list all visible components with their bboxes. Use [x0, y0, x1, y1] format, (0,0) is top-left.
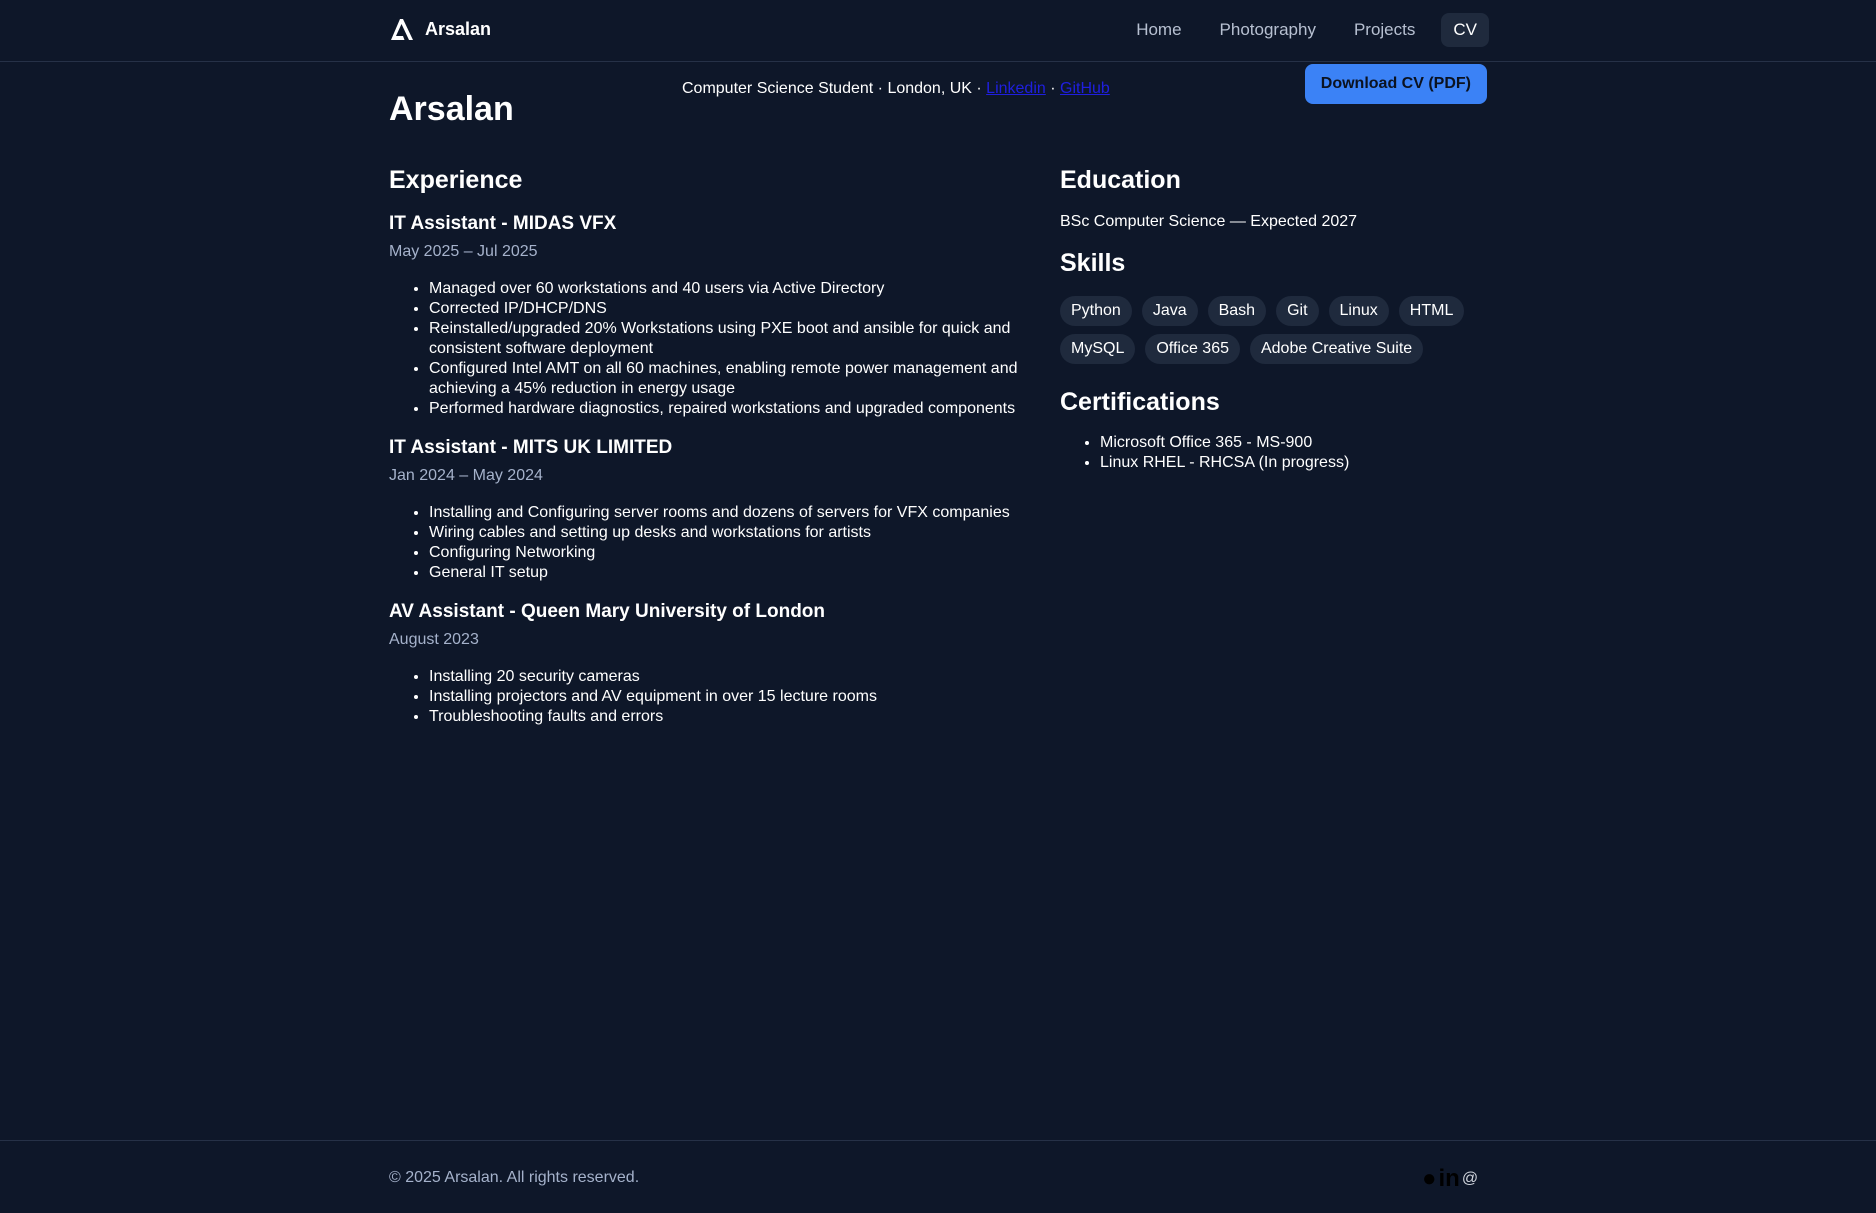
certifications-list: Microsoft Office 365 - MS-900 Linux RHEL… [1060, 433, 1488, 473]
footer: © 2025 Arsalan. All rights reserved. ● i… [0, 1140, 1876, 1213]
list-item: Performed hardware diagnostics, repaired… [429, 399, 1029, 419]
github-icon[interactable]: ● [1422, 1167, 1437, 1191]
job-entry: AV Assistant - Queen Mary University of … [389, 601, 1029, 727]
list-item: Reinstalled/upgraded 20% Workstations us… [429, 319, 1029, 359]
skill-chip: Git [1276, 296, 1319, 326]
skill-chip: MySQL [1060, 334, 1136, 364]
job-title: IT Assistant - MITS UK LIMITED [389, 437, 673, 458]
copyright-text: © 2025 Arsalan. All rights reserved. [389, 1169, 640, 1186]
page-title: Arsalan [389, 90, 514, 128]
nav-home[interactable]: Home [1136, 13, 1181, 47]
download-cv-button[interactable]: Download CV (PDF) [1304, 64, 1487, 104]
experience-heading: Experience [389, 166, 523, 194]
job-bullets: Installing and Configuring server rooms … [389, 503, 1029, 583]
job-date: August 2023 [389, 631, 479, 648]
job-bullets: Installing 20 security cameras Installin… [389, 667, 1029, 727]
email-icon[interactable]: @ [1462, 1167, 1478, 1191]
list-item: Managed over 60 workstations and 40 user… [429, 279, 1029, 299]
job-bullets: Managed over 60 workstations and 40 user… [389, 279, 1029, 419]
top-navbar: Arsalan Home Photography Projects CV [0, 0, 1876, 62]
skill-chip: Office 365 [1145, 334, 1240, 364]
cv-content: Arsalan Computer Science Student · Londo… [389, 62, 1488, 725]
skill-chip: Python [1060, 296, 1132, 326]
logo-icon [391, 19, 413, 40]
skills-list: Python Java Bash Git Linux HTML MySQL Of… [1060, 296, 1480, 364]
list-item: Configured Intel AMT on all 60 machines,… [429, 359, 1029, 399]
skills-heading: Skills [1060, 249, 1126, 277]
nav-photography[interactable]: Photography [1220, 13, 1316, 47]
job-title: AV Assistant - Queen Mary University of … [389, 601, 826, 622]
cv-header: Arsalan Computer Science Student · Londo… [389, 62, 1488, 166]
social-links: ● in @ [1422, 1167, 1478, 1191]
job-entry: IT Assistant - MIDAS VFX May 2025 – Jul … [389, 213, 1029, 419]
linkedin-link[interactable]: Linkedin [986, 80, 1046, 97]
nav-cv[interactable]: CV [1441, 13, 1489, 47]
skill-chip: Java [1141, 296, 1198, 326]
list-item: Microsoft Office 365 - MS-900 [1100, 433, 1488, 453]
nav-projects[interactable]: Projects [1354, 13, 1415, 47]
github-link[interactable]: GitHub [1060, 80, 1110, 97]
job-date: Jan 2024 – May 2024 [389, 467, 543, 484]
list-item: Troubleshooting faults and errors [429, 707, 1029, 727]
list-item: Installing and Configuring server rooms … [429, 503, 1029, 523]
skill-chip: Bash [1207, 296, 1267, 326]
contact-text: Computer Science Student · London, UK · [682, 80, 987, 97]
skill-chip: HTML [1398, 296, 1465, 326]
contact-separator: · [1045, 80, 1060, 97]
job-date: May 2025 – Jul 2025 [389, 243, 538, 260]
job-entry: IT Assistant - MITS UK LIMITED Jan 2024 … [389, 437, 1029, 583]
education-entry: BSc Computer Science — Expected 2027 [1060, 213, 1358, 230]
list-item: Linux RHEL - RHCSA (In progress) [1100, 453, 1488, 473]
linkedin-icon[interactable]: in [1439, 1167, 1460, 1191]
certifications-heading: Certifications [1060, 388, 1220, 416]
list-item: Wiring cables and setting up desks and w… [429, 523, 1029, 543]
contact-line: Computer Science Student · London, UK · … [682, 80, 1110, 98]
sidebar-column: Education BSc Computer Science — Expecte… [1060, 166, 1488, 473]
education-heading: Education [1060, 166, 1181, 194]
brand[interactable]: Arsalan [389, 17, 491, 41]
skill-chip: Linux [1328, 296, 1389, 326]
nav-links: Home Photography Projects CV [1098, 13, 1489, 47]
list-item: Installing projectors and AV equipment i… [429, 687, 1029, 707]
brand-name: Arsalan [425, 18, 492, 39]
list-item: Configuring Networking [429, 543, 1029, 563]
list-item: Corrected IP/DHCP/DNS [429, 299, 1029, 319]
list-item: General IT setup [429, 563, 1029, 583]
list-item: Installing 20 security cameras [429, 667, 1029, 687]
job-title: IT Assistant - MIDAS VFX [389, 213, 617, 234]
skill-chip: Adobe Creative Suite [1249, 334, 1424, 364]
experience-section: Experience IT Assistant - MIDAS VFX May … [389, 166, 1029, 745]
